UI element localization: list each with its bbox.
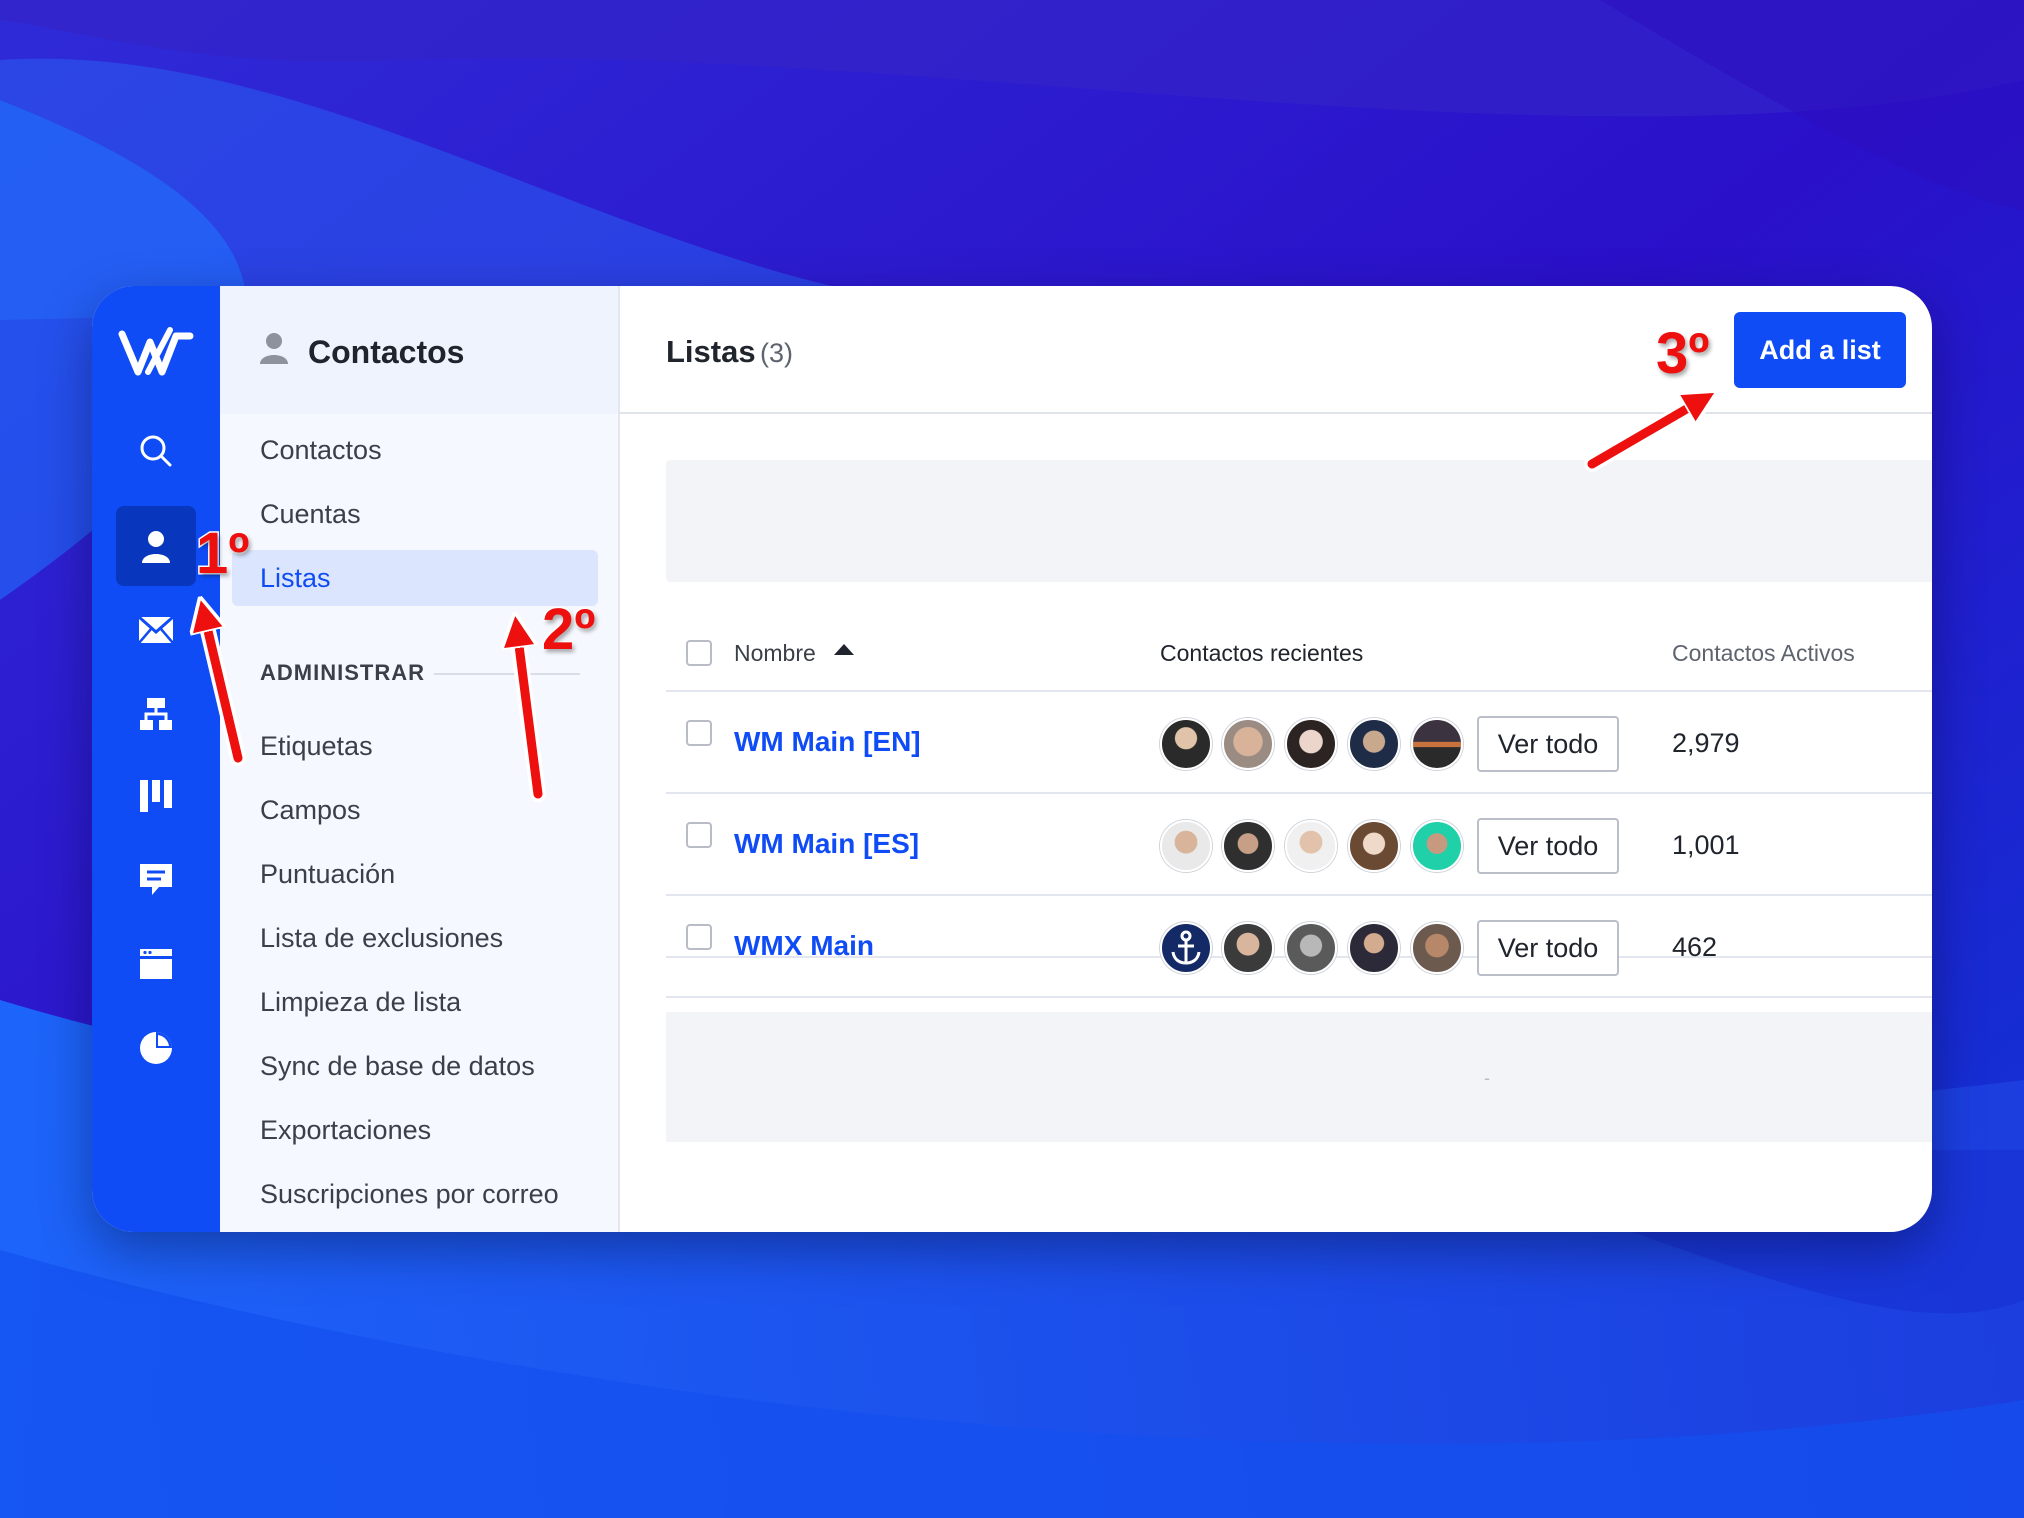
avatar[interactable] bbox=[1411, 718, 1463, 770]
section-divider bbox=[434, 673, 580, 675]
select-all-checkbox[interactable] bbox=[686, 640, 712, 666]
avatar[interactable] bbox=[1285, 820, 1337, 872]
avatar[interactable] bbox=[1285, 718, 1337, 770]
avatar[interactable] bbox=[1160, 922, 1212, 974]
subnav-header: Contactos bbox=[220, 286, 618, 414]
automation-icon[interactable] bbox=[116, 674, 196, 754]
sort-ascending-icon[interactable] bbox=[834, 644, 854, 655]
section-label-administrar: ADMINISTRAR bbox=[260, 660, 425, 685]
person-icon bbox=[260, 333, 288, 364]
annotation-step3: 3º bbox=[1654, 320, 1710, 388]
email-icon[interactable] bbox=[116, 590, 196, 670]
column-header-recent: Contactos recientes bbox=[1160, 640, 1364, 666]
avatar[interactable] bbox=[1411, 820, 1463, 872]
search-icon[interactable] bbox=[116, 411, 196, 491]
row-checkbox[interactable] bbox=[686, 720, 712, 746]
pipeline-icon[interactable] bbox=[116, 756, 196, 836]
view-all-button[interactable]: Ver todo bbox=[1477, 920, 1619, 976]
contacts-icon[interactable] bbox=[116, 506, 196, 586]
avatar[interactable] bbox=[1411, 922, 1463, 974]
avatar[interactable] bbox=[1348, 922, 1400, 974]
empty-section: - bbox=[666, 1012, 1932, 1142]
list-name-link[interactable]: WMX Main bbox=[734, 930, 874, 962]
avatar[interactable] bbox=[1160, 820, 1212, 872]
icon-rail bbox=[92, 286, 220, 1232]
row-checkbox[interactable] bbox=[686, 822, 712, 848]
lists-table: Nombre Contactos recientes Contactos Act… bbox=[620, 286, 1932, 1232]
row-checkbox[interactable] bbox=[686, 924, 712, 950]
nav-item-sync[interactable]: Sync de base de datos bbox=[232, 1038, 598, 1094]
conversations-icon[interactable] bbox=[116, 840, 196, 920]
anchor-icon bbox=[1171, 930, 1201, 965]
nav-item-cuentas[interactable]: Cuentas bbox=[232, 486, 598, 542]
active-contacts-count: 2,979 bbox=[1672, 728, 1740, 758]
nav-item-exclusiones[interactable]: Lista de exclusiones bbox=[232, 910, 598, 966]
table-row: WM Main [ES] Ver todo 1,001 bbox=[666, 794, 1932, 896]
table-row: WM Main [EN] Ver todo 2,979 bbox=[666, 692, 1932, 794]
avatar[interactable] bbox=[1222, 922, 1274, 974]
active-contacts-count: 462 bbox=[1672, 932, 1718, 962]
contacts-subnav: Contactos Contactos Cuentas Listas ADMIN… bbox=[220, 286, 620, 1232]
nav-item-campos[interactable]: Campos bbox=[232, 782, 598, 838]
avatar[interactable] bbox=[1348, 820, 1400, 872]
column-header-nombre[interactable]: Nombre bbox=[734, 640, 816, 667]
avatar[interactable] bbox=[1348, 718, 1400, 770]
view-all-button[interactable]: Ver todo bbox=[1477, 716, 1619, 772]
nav-item-puntuacion[interactable]: Puntuación bbox=[232, 846, 598, 902]
avatar[interactable] bbox=[1222, 820, 1274, 872]
table-row: WMX Main Ver todo 462 bbox=[666, 896, 1932, 998]
reports-icon[interactable] bbox=[116, 1008, 196, 1088]
empty-placeholder: - bbox=[1484, 1068, 1490, 1088]
wm-logo-icon[interactable] bbox=[118, 326, 194, 376]
table-header-row: Nombre Contactos recientes Contactos Act… bbox=[666, 606, 1932, 692]
annotation-step2: 2º bbox=[540, 596, 596, 664]
list-name-link[interactable]: WM Main [ES] bbox=[734, 828, 919, 860]
subnav-title: Contactos bbox=[308, 334, 465, 370]
nav-item-etiquetas[interactable]: Etiquetas bbox=[232, 718, 598, 774]
website-icon[interactable] bbox=[116, 924, 196, 1004]
column-header-active[interactable]: Contactos Activos bbox=[1672, 640, 1855, 667]
nav-item-limpieza[interactable]: Limpieza de lista bbox=[232, 974, 598, 1030]
nav-item-exportaciones[interactable]: Exportaciones bbox=[232, 1102, 598, 1158]
nav-item-suscripciones[interactable]: Suscripciones por correo bbox=[232, 1166, 598, 1222]
active-contacts-count: 1,001 bbox=[1672, 830, 1740, 860]
view-all-button[interactable]: Ver todo bbox=[1477, 818, 1619, 874]
list-name-link[interactable]: WM Main [EN] bbox=[734, 726, 921, 758]
avatar[interactable] bbox=[1160, 718, 1212, 770]
avatar[interactable] bbox=[1222, 718, 1274, 770]
annotation-step1: 1º bbox=[194, 520, 250, 588]
avatar[interactable] bbox=[1285, 922, 1337, 974]
nav-item-contactos[interactable]: Contactos bbox=[232, 422, 598, 478]
